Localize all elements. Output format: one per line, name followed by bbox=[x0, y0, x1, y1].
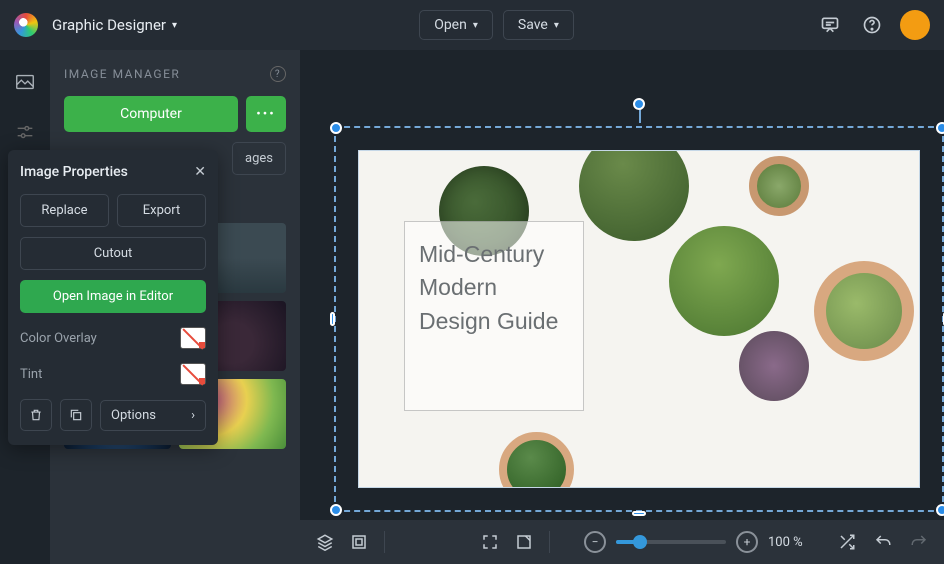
panel-header: IMAGE MANAGER ? bbox=[64, 66, 286, 82]
upload-more-button[interactable]: ••• bbox=[246, 96, 286, 132]
canvas-area[interactable]: Mid-Century Modern Design Guide bbox=[300, 50, 944, 564]
open-in-editor-button[interactable]: Open Image in Editor bbox=[20, 280, 206, 313]
duplicate-button[interactable] bbox=[60, 399, 92, 431]
mode-label: Graphic Designer bbox=[52, 16, 166, 34]
options-label: Options bbox=[111, 408, 156, 423]
heading-text: Mid-Century Modern Design Guide bbox=[419, 238, 569, 338]
chevron-down-icon: ▾ bbox=[473, 20, 478, 31]
undo-icon[interactable] bbox=[872, 531, 894, 553]
decorative-plant bbox=[749, 156, 809, 216]
cutout-button[interactable]: Cutout bbox=[20, 237, 206, 270]
save-button[interactable]: Save ▾ bbox=[503, 10, 574, 40]
zoom-controls: − + 100 % bbox=[584, 531, 803, 553]
shuffle-icon[interactable] bbox=[836, 531, 858, 553]
redo-icon[interactable] bbox=[908, 531, 930, 553]
app-logo[interactable] bbox=[14, 13, 38, 37]
zoom-value: 100 % bbox=[768, 535, 803, 550]
decorative-plant bbox=[579, 150, 689, 241]
delete-button[interactable] bbox=[20, 399, 52, 431]
user-avatar[interactable] bbox=[900, 10, 930, 40]
upload-computer-button[interactable]: Computer bbox=[64, 96, 238, 132]
feedback-icon[interactable] bbox=[816, 11, 844, 39]
separator bbox=[549, 531, 550, 553]
export-button[interactable]: Export bbox=[117, 194, 206, 227]
fit-screen-icon[interactable] bbox=[479, 531, 501, 553]
topbar: Graphic Designer ▾ Open ▾ Save ▾ bbox=[0, 0, 944, 50]
resize-handle-mb[interactable] bbox=[632, 511, 646, 516]
rotate-handle[interactable] bbox=[633, 98, 645, 110]
chevron-right-icon: › bbox=[191, 408, 195, 423]
pages-icon[interactable] bbox=[348, 531, 370, 553]
bottombar: − + 100 % bbox=[300, 520, 944, 564]
image-properties-panel: Image Properties ✕ Replace Export Cutout… bbox=[8, 150, 218, 445]
resize-handle-ml[interactable] bbox=[330, 312, 335, 326]
text-overlay[interactable]: Mid-Century Modern Design Guide bbox=[404, 221, 584, 411]
resize-handle-tl[interactable] bbox=[330, 122, 342, 134]
panel-title: IMAGE MANAGER bbox=[64, 67, 180, 81]
decorative-plant bbox=[499, 432, 574, 488]
color-overlay-label: Color Overlay bbox=[20, 331, 97, 346]
upload-row: Computer ••• bbox=[64, 96, 286, 132]
open-label: Open bbox=[434, 17, 467, 33]
save-label: Save bbox=[518, 17, 548, 33]
color-overlay-row: Color Overlay bbox=[20, 327, 206, 349]
properties-title: Image Properties bbox=[20, 164, 128, 180]
resize-handle-bl[interactable] bbox=[330, 504, 342, 516]
tint-label: Tint bbox=[20, 367, 42, 382]
decorative-plant bbox=[669, 226, 779, 336]
topbar-center: Open ▾ Save ▾ bbox=[191, 10, 802, 40]
tool-adjust[interactable] bbox=[11, 118, 39, 146]
chevron-down-icon: ▾ bbox=[172, 20, 177, 31]
color-overlay-swatch[interactable] bbox=[180, 327, 206, 349]
properties-header: Image Properties ✕ bbox=[20, 164, 206, 180]
separator bbox=[384, 531, 385, 553]
replace-button[interactable]: Replace bbox=[20, 194, 109, 227]
resize-handle-tr[interactable] bbox=[936, 122, 944, 134]
help-icon[interactable] bbox=[858, 11, 886, 39]
topbar-right bbox=[816, 10, 930, 40]
layers-icon[interactable] bbox=[314, 531, 336, 553]
tint-row: Tint bbox=[20, 363, 206, 385]
close-icon[interactable]: ✕ bbox=[194, 164, 206, 180]
tool-image[interactable] bbox=[11, 68, 39, 96]
zoom-out-button[interactable]: − bbox=[584, 531, 606, 553]
canvas-image[interactable]: Mid-Century Modern Design Guide bbox=[358, 150, 920, 488]
decorative-plant bbox=[814, 261, 914, 361]
open-button[interactable]: Open ▾ bbox=[419, 10, 493, 40]
zoom-in-button[interactable]: + bbox=[736, 531, 758, 553]
actual-size-icon[interactable] bbox=[513, 531, 535, 553]
properties-footer: Options › bbox=[20, 399, 206, 431]
options-button[interactable]: Options › bbox=[100, 400, 206, 431]
images-tab[interactable]: ages bbox=[232, 142, 286, 175]
zoom-slider[interactable] bbox=[616, 540, 726, 544]
resize-handle-br[interactable] bbox=[936, 504, 944, 516]
chevron-down-icon: ▾ bbox=[554, 20, 559, 31]
mode-switcher[interactable]: Graphic Designer ▾ bbox=[52, 16, 177, 34]
decorative-plant bbox=[739, 331, 809, 401]
tint-swatch[interactable] bbox=[180, 363, 206, 385]
slider-thumb[interactable] bbox=[633, 535, 647, 549]
selected-object[interactable]: Mid-Century Modern Design Guide bbox=[358, 150, 920, 488]
help-dot-icon[interactable]: ? bbox=[270, 66, 286, 82]
